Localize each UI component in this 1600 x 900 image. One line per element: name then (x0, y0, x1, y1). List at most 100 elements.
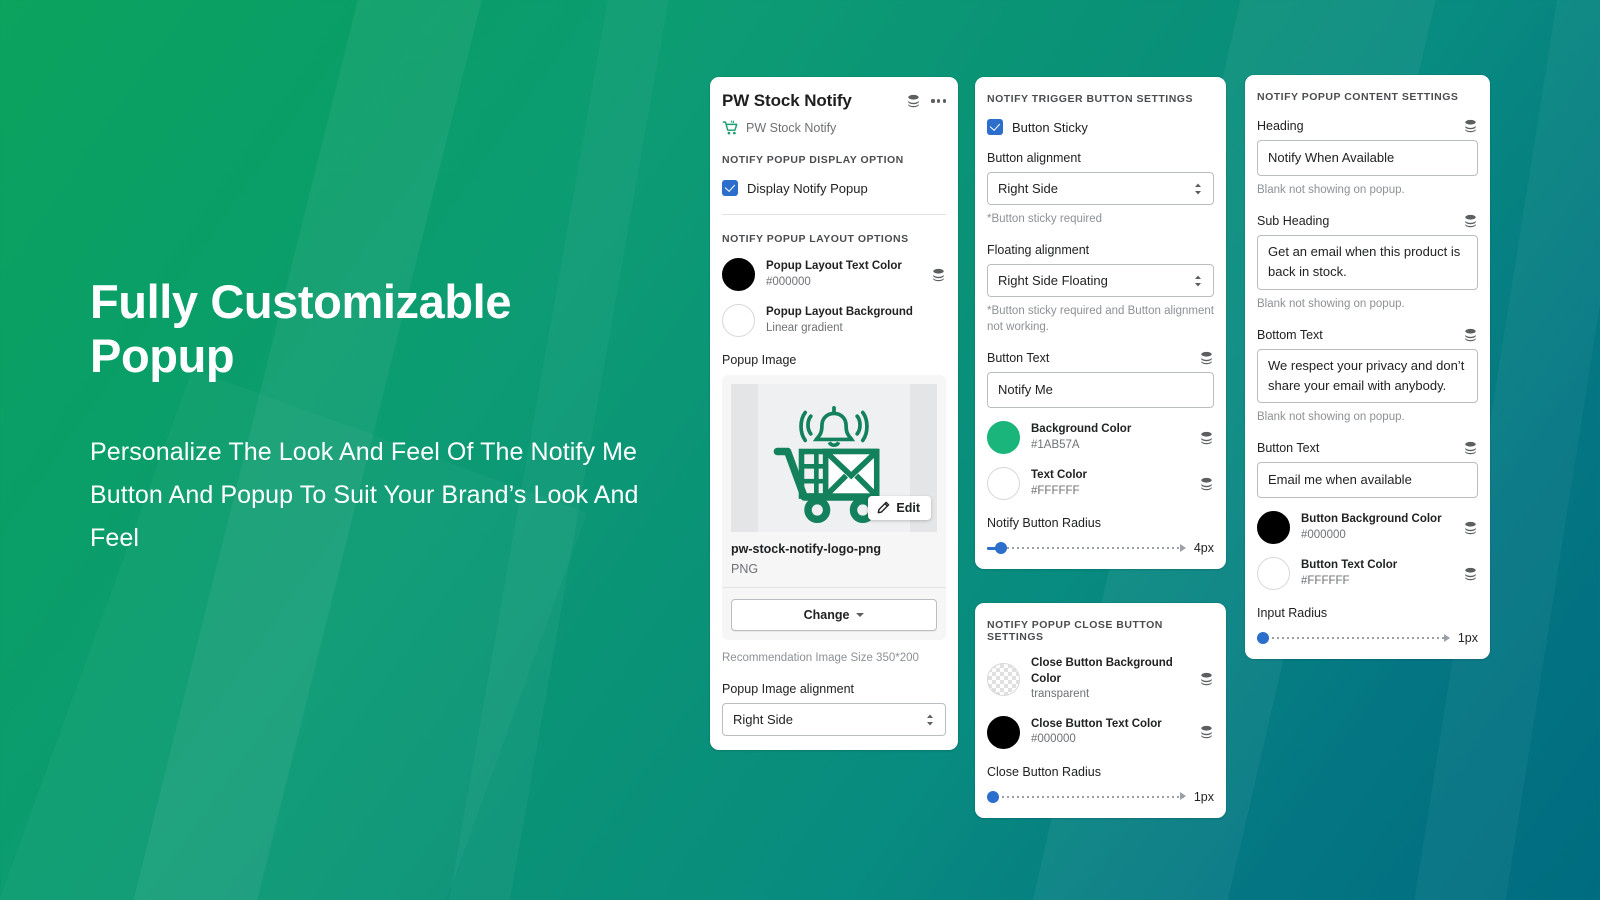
popup-image-alignment-select[interactable]: Right Side (722, 703, 946, 737)
color-swatch[interactable] (722, 304, 755, 337)
app-link-label: PW Stock Notify (746, 121, 837, 135)
database-stack-icon[interactable] (1463, 567, 1478, 581)
image-size-recommendation: Recommendation Image Size 350*200 (722, 652, 919, 664)
image-file-name: pw-stock-notify-logo-png (731, 542, 881, 556)
divider (722, 214, 946, 215)
close-button-radius-slider[interactable]: 1px (986, 789, 1214, 804)
input-value: Email me when available (1268, 471, 1412, 487)
notify-button-radius-value: 4px (1193, 541, 1214, 556)
popup-layout-background-row[interactable]: Popup Layout Background Linear gradient (722, 304, 946, 337)
popup-image-dropzone[interactable]: Edit pw-stock-notify-logo-png PNG Change (722, 375, 946, 640)
app-link-row[interactable]: PW Stock Notify (722, 120, 946, 136)
swatch-label: Button Text Color (1301, 559, 1398, 572)
popup-image-label: Popup Image (722, 353, 797, 367)
notify-popup-content-settings-panel: NOTIFY POPUP CONTENT SETTINGS Heading No… (1245, 75, 1490, 660)
swatch-value: #FFFFFF (1031, 484, 1080, 497)
floating-alignment-hint: *Button sticky required and Button align… (987, 305, 1214, 334)
popup-image-alignment-label: Popup Image alignment (722, 682, 855, 697)
close-button-radius-value: 1px (1193, 789, 1214, 804)
sub-heading-label-row: Sub Heading (1257, 214, 1478, 228)
database-stack-icon[interactable] (1199, 477, 1214, 491)
heading-label: Heading (1257, 119, 1304, 133)
pencil-icon (877, 501, 890, 514)
popup-layout-text-color-row[interactable]: Popup Layout Text Color #000000 (722, 258, 946, 291)
close-section-label: NOTIFY POPUP CLOSE BUTTON SETTINGS (987, 619, 1163, 643)
chevron-down-icon (856, 613, 865, 617)
trigger-background-color-row[interactable]: Background Color #1AB57A (987, 421, 1214, 455)
database-stack-icon[interactable] (1463, 119, 1478, 133)
floating-alignment-select[interactable]: Right Side Floating (987, 264, 1214, 298)
more-horizontal-icon[interactable] (931, 99, 946, 103)
input-radius-slider[interactable]: 1px (1256, 631, 1478, 646)
bottom-text-label-row: Bottom Text (1257, 328, 1478, 342)
input-radius-label: Input Radius (1257, 606, 1328, 621)
app-panel-header: PW Stock Notify (722, 91, 946, 113)
database-stack-icon[interactable] (1199, 431, 1214, 445)
app-title: PW Stock Notify (722, 91, 852, 110)
database-stack-icon[interactable] (906, 94, 921, 108)
edit-label: Edit (896, 501, 920, 515)
notify-button-radius-slider[interactable]: 4px (987, 541, 1214, 555)
trigger-text-color-row[interactable]: Text Color #FFFFFF (987, 467, 1214, 501)
content-button-background-color-row[interactable]: Button Background Color #000000 (1257, 511, 1478, 545)
heading-input[interactable]: Notify When Available (1257, 140, 1478, 177)
color-swatch[interactable] (722, 258, 755, 291)
sub-heading-input[interactable]: Get an email when this product is back i… (1257, 235, 1478, 290)
input-value: Notify When Available (1268, 150, 1395, 165)
close-button-radius-label: Close Button Radius (987, 764, 1101, 779)
input-radius-value: 1px (1457, 631, 1478, 646)
bottom-text-label: Bottom Text (1257, 327, 1323, 342)
database-stack-icon[interactable] (1199, 351, 1214, 365)
content-button-text-input[interactable]: Email me when available (1257, 461, 1478, 499)
bottom-text-hint: Blank not showing on popup. (1257, 410, 1405, 423)
database-stack-icon[interactable] (1199, 672, 1214, 686)
hero-title: Fully Customizable Popup (90, 275, 512, 383)
slider-knob[interactable] (986, 790, 999, 803)
notify-popup-close-button-settings-panel: NOTIFY POPUP CLOSE BUTTON SETTINGS Close… (975, 603, 1226, 818)
database-stack-icon[interactable] (1463, 441, 1478, 455)
shopping-cart-icon (722, 120, 739, 136)
content-button-text-color-row[interactable]: Button Text Color #FFFFFF (1257, 557, 1478, 591)
notify-button-radius-label: Notify Button Radius (987, 516, 1101, 531)
color-swatch[interactable] (987, 662, 1020, 696)
select-caret-icon (1195, 183, 1201, 194)
change-image-button[interactable]: Change (731, 599, 937, 631)
edit-image-button[interactable]: Edit (868, 496, 931, 520)
button-sticky-label: Button Sticky (1012, 119, 1088, 135)
close-button-text-color-row[interactable]: Close Button Text Color #000000 (987, 715, 1214, 749)
database-stack-icon[interactable] (1463, 521, 1478, 535)
slider-track (987, 795, 1185, 798)
close-button-background-color-row[interactable]: Close Button Background Color transparen… (987, 656, 1214, 703)
color-swatch[interactable] (1257, 557, 1290, 591)
selected-value: Right Side (998, 181, 1058, 196)
content-button-text-label: Button Text (1257, 440, 1320, 455)
database-stack-icon[interactable] (1463, 328, 1478, 342)
database-stack-icon[interactable] (931, 268, 946, 282)
button-sticky-checkbox[interactable]: Button Sticky (987, 119, 1214, 135)
swatch-value: #000000 (1031, 733, 1076, 746)
swatch-value: #1AB57A (1031, 438, 1080, 451)
color-swatch[interactable] (987, 715, 1020, 749)
hero-section: Fully Customizable Popup Personalize The… (90, 275, 650, 560)
slider-knob[interactable] (994, 542, 1007, 555)
input-value: We respect your privacy and don’t share … (1268, 357, 1465, 393)
app-settings-panel: PW Stock Notify PW Stock Notify NOTIFY P… (710, 77, 958, 751)
color-swatch[interactable] (987, 421, 1020, 455)
color-swatch[interactable] (1257, 511, 1290, 545)
color-swatch[interactable] (987, 467, 1020, 501)
swatch-value: #FFFFFF (1301, 574, 1350, 587)
divider (722, 587, 946, 588)
bottom-text-input[interactable]: We respect your privacy and don’t share … (1257, 348, 1478, 403)
swatch-value: transparent (1031, 688, 1090, 701)
checkbox-checked-icon (722, 180, 738, 196)
button-alignment-select[interactable]: Right Side (987, 172, 1214, 205)
slider-knob[interactable] (1256, 632, 1269, 645)
button-text-label: Button Text (987, 351, 1050, 366)
sub-heading-label: Sub Heading (1257, 214, 1330, 229)
display-notify-popup-checkbox[interactable]: Display Notify Popup (722, 180, 946, 196)
database-stack-icon[interactable] (1463, 214, 1478, 228)
layout-options-section-label: NOTIFY POPUP LAYOUT OPTIONS (722, 233, 909, 245)
button-text-input[interactable]: Notify Me (987, 372, 1214, 409)
input-value: Notify Me (998, 382, 1053, 398)
database-stack-icon[interactable] (1199, 725, 1214, 739)
